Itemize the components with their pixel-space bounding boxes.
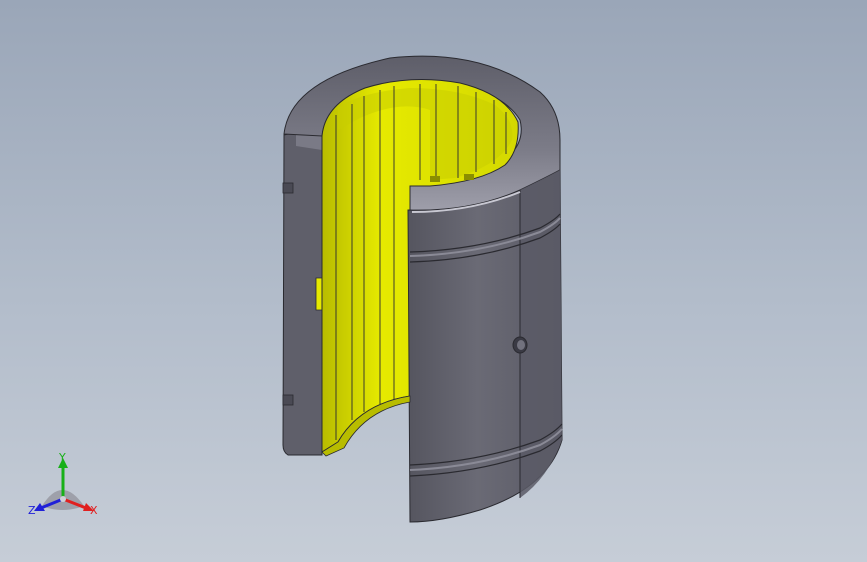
- outer-body: [407, 169, 563, 523]
- graphics-viewport[interactable]: Y X Z: [0, 0, 867, 562]
- z-axis-label: Z: [28, 504, 36, 517]
- y-axis-label: Y: [59, 451, 66, 464]
- coordinate-triad: Y X Z: [24, 448, 104, 524]
- left-housing-slab: [282, 131, 326, 456]
- bushing-model[interactable]: [0, 0, 867, 562]
- x-axis-label: X: [90, 504, 98, 517]
